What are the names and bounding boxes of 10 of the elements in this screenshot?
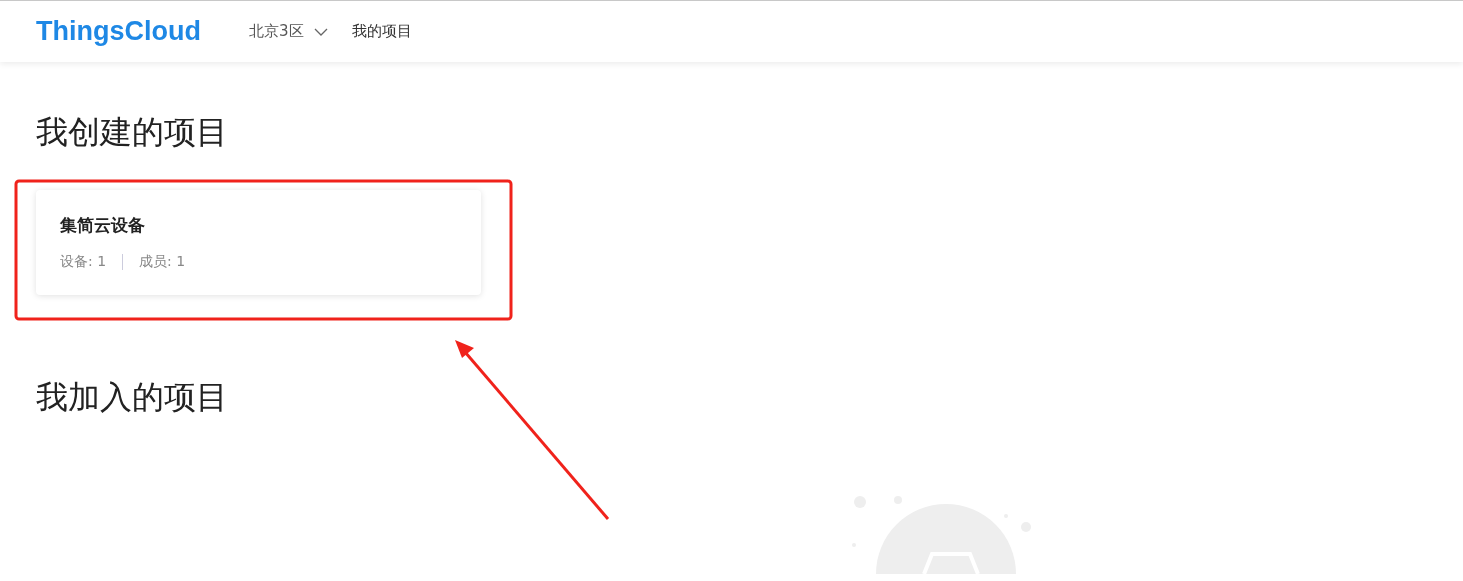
chevron-down-icon <box>313 27 328 36</box>
section-title: 我创建的项目 <box>36 112 229 153</box>
project-card[interactable]: 集简云设备 设备: 1 成员: 1 <box>36 189 481 295</box>
project-stat: 成员: 1 <box>139 252 186 271</box>
section-title: 我加入的项目 <box>36 376 229 418</box>
project-name: 集简云设备 <box>60 213 146 237</box>
logo[interactable]: ThingsCloud <box>36 16 201 47</box>
region-dropdown[interactable]: 北京3区 <box>248 22 328 41</box>
project-stat: 设备: 1 <box>60 252 107 271</box>
nav-link[interactable]: 我的项目 <box>351 22 412 41</box>
